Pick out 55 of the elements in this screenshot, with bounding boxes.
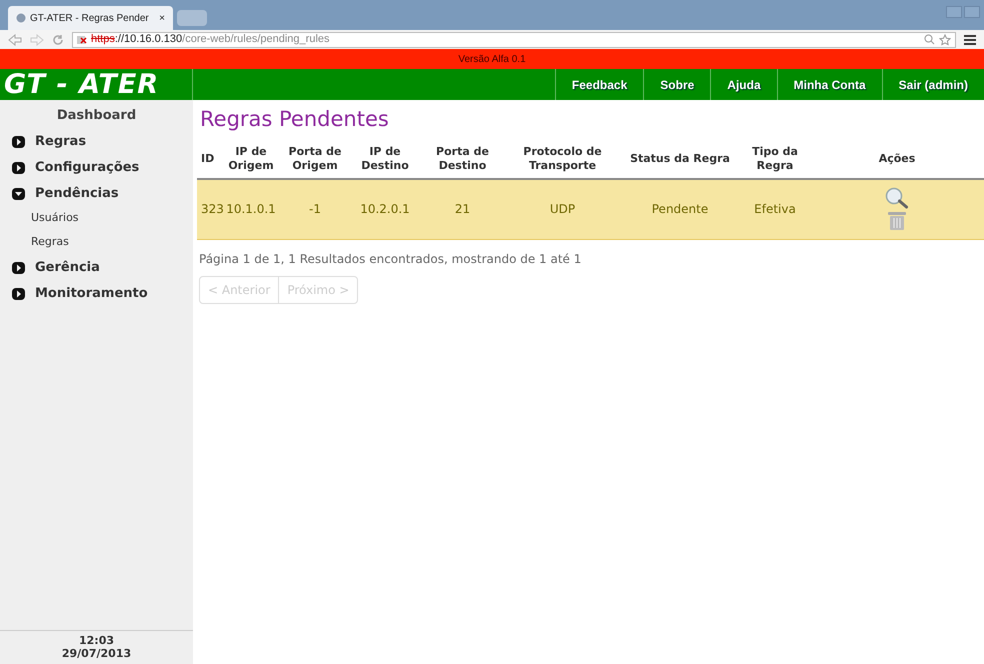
insecure-icon [77,34,89,44]
table-row[interactable]: 323 10.1.0.1 -1 10.2.0.1 21 UDP Pendente Efetiva [197,180,984,240]
table-cell-text: UDP [548,201,576,218]
column-header: IP de Origem [227,144,275,172]
table-cell-text: Efetiva [753,201,797,218]
browser-tab[interactable]: GT-ATER - Regras Pender × [8,6,173,30]
reload-icon[interactable] [52,34,64,46]
trash-icon[interactable] [887,211,907,231]
table-cell-text: Pendente [650,201,710,218]
table-cell-text: 10.1.0.1 [225,201,277,218]
sidebar-title[interactable]: Dashboard [0,100,193,128]
clock-time: 12:03 [78,634,114,648]
address-bar[interactable]: https://10.16.0.130/core-web/rules/pending_rules [72,32,956,48]
sidebar-item[interactable]: Monitoramento [35,284,148,304]
url-text: https://10.16.0.130/core-web/rules/pending_rules [91,32,330,48]
sidebar-item[interactable]: Configurações [35,158,140,178]
page-title: Regras Pendentes [200,106,390,133]
minimize-button[interactable] [946,6,962,18]
nav-link[interactable]: Ajuda [710,69,777,100]
forward-icon[interactable] [30,34,44,46]
table-cell-text: 21 [454,201,472,218]
results-summary: Página 1 de 1, 1 Resultados encontrados, mostrando de 1 até 1 [199,250,582,268]
sidebar-subitem[interactable]: Regras [0,230,193,254]
column-header: ID [200,152,216,166]
sidebar-item[interactable]: Pendências [35,184,119,204]
nav-link[interactable]: Sobre [643,69,710,100]
logo[interactable]: GT - ATER [4,71,160,98]
column-header: Status da Regra [629,152,731,166]
sidebar-item[interactable]: Regras [35,132,86,152]
sidebar-subitem[interactable]: Usuários [0,206,193,230]
table-cell-text: 323 [200,201,222,218]
column-header: Ações [878,152,916,166]
star-icon[interactable] [939,34,951,46]
version-banner: Versão Alfa 0.1 [0,49,984,69]
tab-close-button[interactable]: × [159,10,165,26]
nav-link[interactable]: Minha Conta [776,69,882,100]
clock-date: 29/07/2013 [62,647,132,661]
tab-title: GT-ATER - Regras Pender [30,12,149,26]
nav-link[interactable]: Sair (admin) [882,69,984,100]
globe-icon [16,13,26,23]
column-header: IP de Destino [360,144,410,172]
zoom-icon[interactable] [924,34,935,45]
column-header: Porta de Destino [435,144,490,172]
restore-button[interactable] [964,6,980,18]
table-cell-text: 10.2.0.1 [359,201,411,218]
search-icon[interactable] [883,187,911,209]
nav-link[interactable]: Feedback [554,69,644,100]
column-header: Porta de Origem [288,144,342,172]
sidebar-item[interactable]: Gerência [35,258,100,278]
column-header: Protocolo de Transporte [522,144,603,172]
new-tab-button[interactable] [177,10,207,26]
table-cell-text: -1 [308,201,322,218]
menu-icon[interactable] [964,34,976,44]
column-header: Tipo da Regra [751,144,799,172]
back-icon[interactable] [8,34,22,46]
